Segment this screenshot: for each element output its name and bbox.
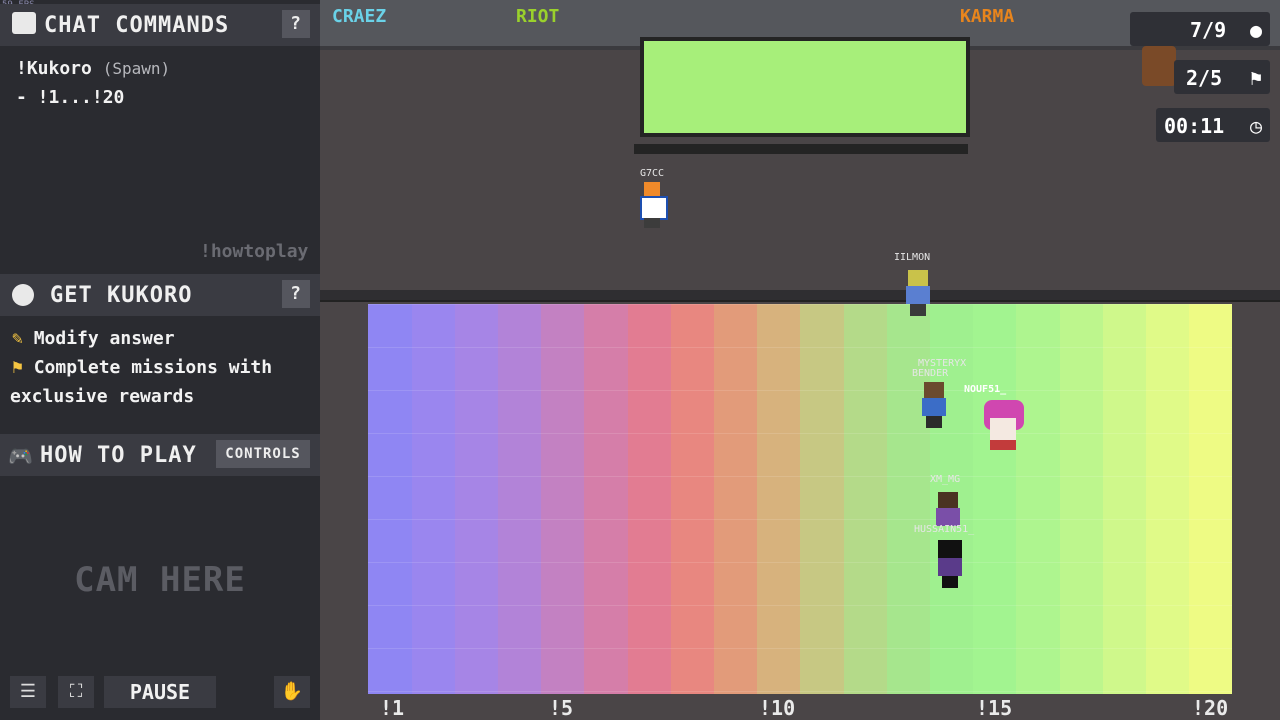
command-type: (Spawn)	[102, 59, 171, 78]
hand-wave-icon[interactable]: ✋	[274, 676, 310, 708]
color-floor	[368, 304, 1233, 694]
tick-label: !5	[549, 696, 574, 720]
howtoplay-watermark: !howtoplay	[200, 241, 309, 262]
how-to-play-header: 🎮 HOW TO PLAY CONTROLS	[0, 434, 320, 476]
round-counter: 2/5 ⚑	[1174, 60, 1270, 94]
kukoro-help-button[interactable]: ?	[282, 280, 310, 308]
gamepad-icon: 🎮	[8, 444, 34, 468]
player-name: IILMON	[894, 252, 931, 263]
tick-label: !1	[380, 696, 405, 720]
get-kukoro-header[interactable]: GET KUKORO ?	[0, 274, 320, 316]
feature-label: Modify answer	[33, 328, 175, 349]
player-sprite	[914, 382, 954, 430]
player-sprite	[978, 400, 1026, 452]
player-sprite	[632, 182, 672, 230]
player-name: XM_MG	[930, 474, 961, 485]
cam-placeholder: CAM HERE	[74, 560, 246, 600]
tick-label: !15	[976, 696, 1013, 720]
answer-screen	[640, 37, 970, 137]
feature-missions: ⚑ Complete missions with	[12, 357, 272, 378]
steam-icon	[12, 284, 34, 306]
player-name: HUSSAIN51_	[914, 524, 975, 535]
get-kukoro-title: GET KUKORO	[50, 283, 193, 308]
pause-button[interactable]: PAUSE	[104, 676, 216, 708]
floor-grid	[368, 304, 1232, 694]
tick-label: !20	[1192, 696, 1229, 720]
timer: 00:11 ◷	[1156, 108, 1270, 142]
timer-value: 00:11	[1164, 114, 1225, 138]
pencil-icon: ✎	[12, 328, 23, 349]
feature-rewards: exclusive rewards	[10, 386, 195, 407]
graffiti-tag: KARMA	[960, 6, 1015, 27]
controls-button[interactable]: CONTROLS	[216, 440, 310, 468]
chat-commands-header: CHAT COMMANDS ?	[0, 4, 320, 46]
feature-modify-answer: ✎ Modify answer	[12, 328, 175, 349]
command-range: - !1...!20	[16, 87, 125, 108]
chat-icon	[12, 12, 36, 34]
flag-icon: ⚑	[12, 357, 23, 378]
stage-rail	[320, 290, 1280, 302]
stopwatch-icon: ◷	[1249, 114, 1262, 138]
checkered-flag-icon: ⚑	[1249, 66, 1262, 90]
round-value: 2/5	[1186, 66, 1223, 90]
player-name: NOUF51_	[964, 384, 1007, 395]
player-name: BENDER	[912, 368, 949, 379]
screen-base	[634, 144, 968, 154]
player-sprite	[898, 270, 938, 318]
command-line: !Kukoro (Spawn)	[16, 58, 170, 79]
feature-label: Complete missions with	[33, 357, 273, 378]
command-name: !Kukoro	[16, 58, 92, 79]
tick-label: !10	[759, 696, 796, 720]
graffiti-tag: RIOT	[516, 6, 560, 27]
left-panel: 59 FPS CHAT COMMANDS ? !Kukoro (Spawn) -…	[0, 0, 320, 720]
barrel	[1142, 46, 1176, 86]
chat-help-button[interactable]: ?	[282, 10, 310, 38]
graffiti-tag: CRAEZ	[332, 6, 387, 27]
players-value: 7/9	[1190, 18, 1227, 42]
players-counter: 7/9 ●	[1130, 12, 1270, 46]
settings-sliders-icon[interactable]: ☰	[10, 676, 46, 708]
fullscreen-icon[interactable]: ⛶	[58, 676, 94, 708]
chat-commands-title: CHAT COMMANDS	[44, 13, 230, 38]
player-sprite	[930, 540, 970, 588]
player-name: G7CC	[640, 168, 665, 179]
person-icon: ●	[1249, 18, 1262, 42]
how-to-play-title: HOW TO PLAY	[40, 443, 197, 468]
